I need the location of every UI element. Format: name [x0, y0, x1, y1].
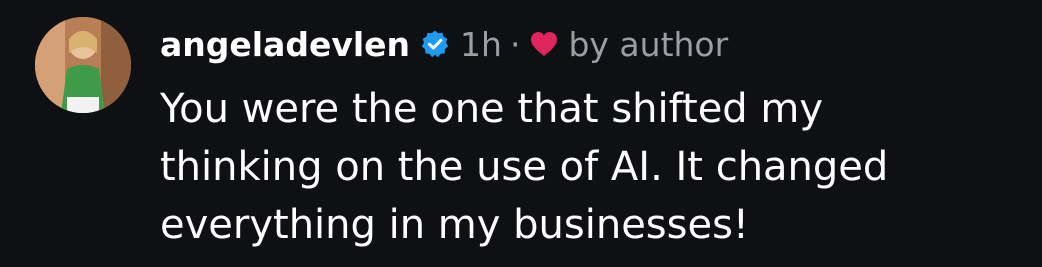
avatar[interactable] — [35, 17, 131, 113]
liked-by-author-label: by author — [568, 24, 729, 64]
comment: angeladevlen 1h · by author You were the… — [0, 0, 1042, 267]
heart-icon[interactable] — [530, 31, 558, 57]
avatar-image — [35, 17, 131, 113]
timestamp: 1h — [460, 24, 502, 64]
comment-line-3: everything in my businesses! — [160, 202, 749, 248]
separator: · — [509, 24, 521, 64]
username[interactable]: angeladevlen — [160, 25, 410, 64]
verified-badge-icon — [420, 29, 450, 59]
comment-line-1: You were the one that shifted my — [160, 86, 824, 132]
comment-line-2: thinking on the use of AI. It changed — [160, 144, 889, 190]
comment-header: angeladevlen 1h · by author — [160, 20, 728, 68]
comment-text: You were the one that shifted my thinkin… — [160, 80, 1020, 254]
